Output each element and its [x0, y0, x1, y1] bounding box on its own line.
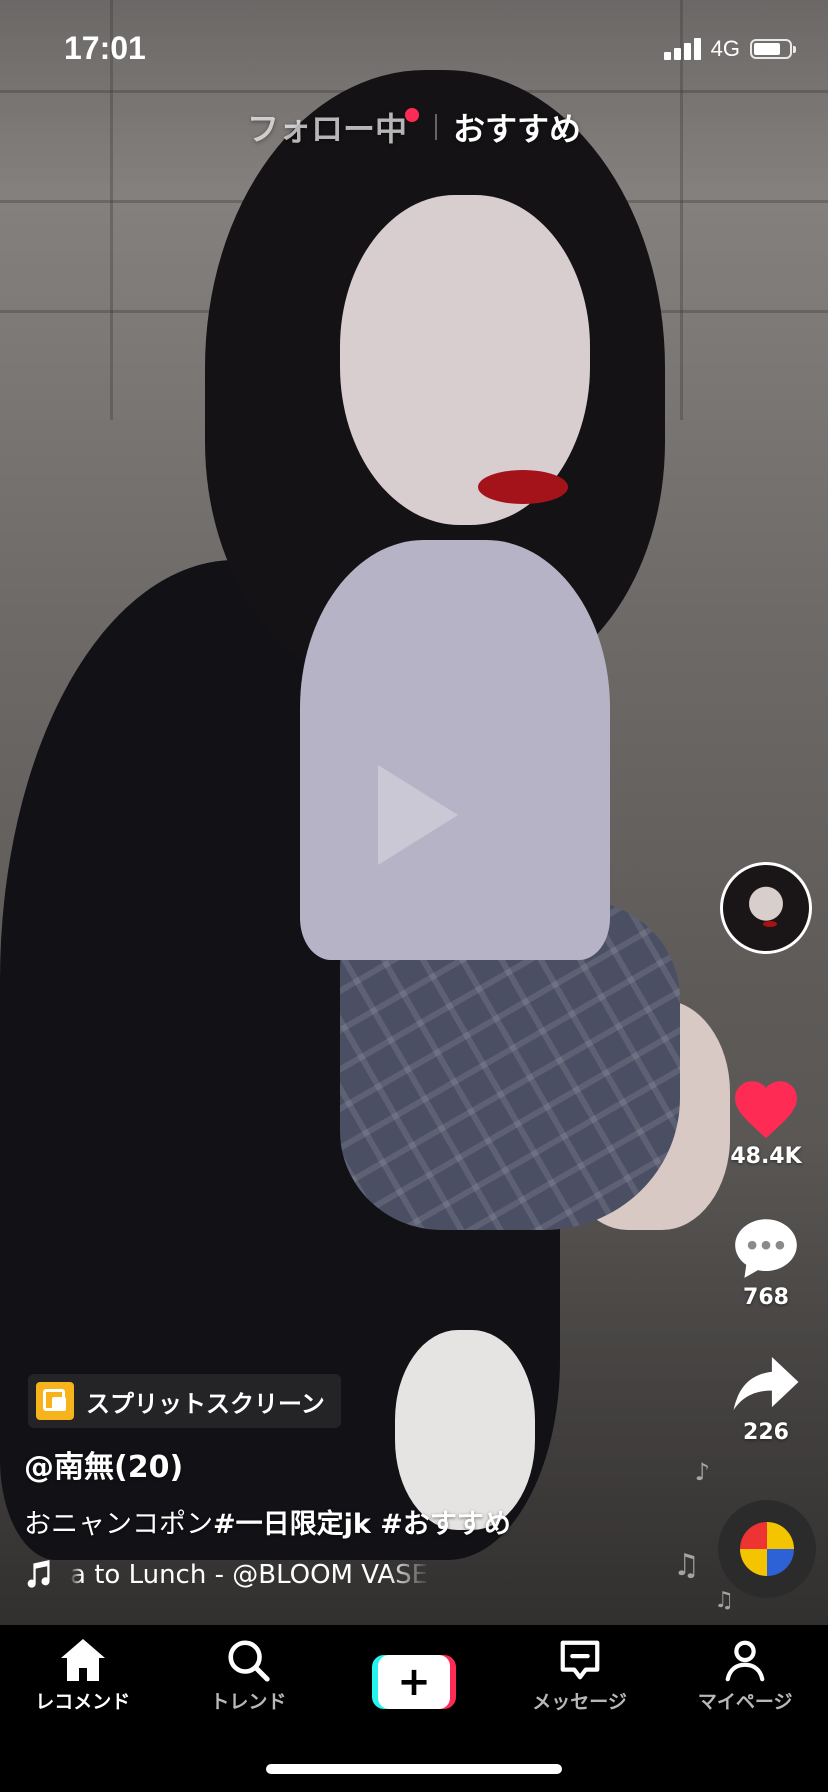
caption-hashtags[interactable]: #一日限定jk #おすすめ	[213, 1509, 511, 1540]
comment-button[interactable]: 768	[729, 1213, 803, 1310]
tab-recommended[interactable]: おすすめ	[453, 104, 581, 150]
sound-title: a to Lunch - @BLOOM VASE	[70, 1560, 429, 1590]
caption-text: おニャンコポン	[24, 1509, 213, 1540]
tab-following-label: フォロー中	[246, 110, 407, 148]
split-screen-icon	[36, 1382, 74, 1420]
nav-trend-label: トレンド	[210, 1691, 287, 1713]
nav-profile[interactable]: マイページ	[675, 1637, 815, 1714]
post-caption: おニャンコポン#一日限定jk #おすすめ	[24, 1502, 511, 1541]
nav-create[interactable]: +	[344, 1637, 484, 1709]
nav-trend[interactable]: トレンド	[178, 1637, 318, 1714]
plus-icon: +	[377, 1655, 450, 1709]
music-disc[interactable]	[718, 1500, 816, 1598]
like-button[interactable]: 48.4K	[728, 1072, 804, 1169]
creator-username[interactable]: @南無(20)	[24, 1442, 183, 1486]
search-icon	[228, 1640, 271, 1682]
music-note-icon	[27, 1560, 50, 1588]
comment-count: 768	[743, 1285, 789, 1310]
home-icon	[60, 1639, 105, 1681]
status-time: 17:01	[64, 30, 146, 66]
like-count: 48.4K	[730, 1144, 802, 1169]
effect-chip[interactable]: スプリットスクリーン	[28, 1374, 341, 1428]
nav-profile-label: マイページ	[697, 1691, 793, 1713]
nav-home[interactable]: レコメンド	[13, 1637, 153, 1714]
status-indicators: 4G	[663, 36, 796, 62]
person-shoe	[395, 1330, 535, 1530]
share-button[interactable]: 226	[730, 1354, 802, 1445]
share-icon	[733, 1356, 799, 1411]
bottom-nav: レコメンド トレンド + メッセージ マイページ	[0, 1625, 828, 1792]
music-note-icon: ♫	[673, 1548, 700, 1583]
wall-detail	[680, 0, 683, 420]
network-type: 4G	[710, 36, 740, 61]
tab-divider	[435, 114, 437, 140]
battery-icon	[750, 39, 796, 59]
nav-messages[interactable]: メッセージ	[510, 1637, 650, 1714]
inbox-icon	[560, 1640, 599, 1680]
notification-dot	[405, 108, 419, 122]
sound-cover	[740, 1522, 794, 1576]
music-note-icon: ♫	[714, 1588, 734, 1613]
person-lips	[478, 470, 568, 504]
home-indicator[interactable]	[266, 1764, 562, 1774]
create-button[interactable]: +	[371, 1655, 456, 1709]
signal-icon	[663, 38, 701, 60]
feed-tabs: フォロー中 おすすめ	[0, 104, 828, 150]
play-icon[interactable]	[378, 765, 458, 865]
sound-row[interactable]: a to Lunch - @BLOOM VASE	[24, 1560, 430, 1590]
heart-icon	[735, 1081, 797, 1139]
music-note-icon: ♪	[694, 1458, 710, 1486]
tab-following[interactable]: フォロー中	[247, 104, 419, 150]
nav-messages-label: メッセージ	[532, 1691, 627, 1713]
creator-avatar[interactable]	[720, 862, 812, 954]
person-shirt	[300, 540, 610, 960]
nav-home-label: レコメンド	[35, 1691, 131, 1713]
profile-icon	[725, 1640, 765, 1682]
effect-label: スプリットスクリーン	[86, 1389, 325, 1418]
action-rail: 48.4K 768 226	[716, 862, 816, 1445]
comment-icon	[735, 1219, 797, 1278]
share-count: 226	[743, 1420, 789, 1445]
